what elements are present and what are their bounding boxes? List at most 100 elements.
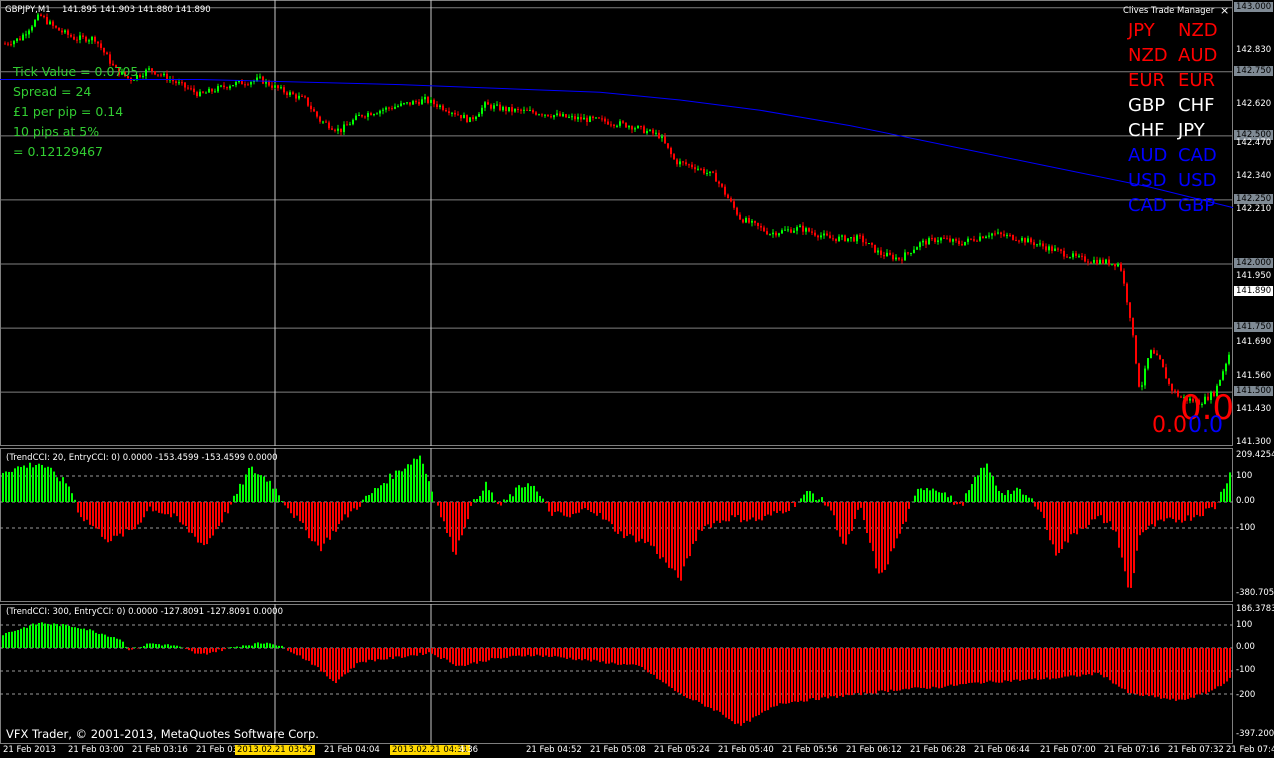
- cci-300-bar: [26, 627, 28, 648]
- cci-20-bar: [419, 455, 421, 502]
- cci-20-bar: [482, 490, 484, 502]
- candle-body: [1030, 238, 1032, 243]
- cci-20-bar: [1007, 490, 1009, 502]
- cci-300-bar: [875, 648, 877, 694]
- cci-20-bar: [1109, 502, 1111, 522]
- cci-20-bar: [836, 502, 838, 531]
- candle-body: [763, 227, 765, 232]
- cci-300-bar: [65, 624, 67, 648]
- cci-20-bar: [965, 493, 967, 502]
- close-icon[interactable]: ×: [1220, 4, 1229, 17]
- candle-body: [1015, 239, 1017, 241]
- cci-20-bar: [1103, 502, 1105, 524]
- candle-body: [502, 106, 504, 111]
- cci-20-bar: [497, 502, 499, 505]
- cci-300-bar: [860, 648, 862, 696]
- cci-300-bar: [587, 648, 589, 661]
- candle-body: [286, 92, 288, 95]
- candle-body: [196, 92, 198, 97]
- candle-body: [826, 233, 828, 236]
- candle-body: [1021, 238, 1023, 241]
- cci-300-bar: [404, 648, 406, 658]
- candle-body: [1156, 353, 1158, 356]
- cci-20-bar: [536, 491, 538, 502]
- cci-20-bar: [590, 502, 592, 512]
- chart-symbol: GBPJPY,M1: [5, 5, 51, 15]
- cci-300-bar: [56, 624, 58, 648]
- cci-20-bar: [989, 472, 991, 502]
- cci-20-bar: [506, 499, 508, 502]
- candle-body: [1054, 248, 1056, 251]
- cci-20-bar: [611, 502, 613, 525]
- cci-20-bar: [1166, 502, 1168, 519]
- cci-20-bar: [1112, 502, 1114, 531]
- candle-body: [496, 104, 498, 106]
- cci-20-bar: [146, 502, 148, 512]
- cci-20-pane[interactable]: (TrendCCI: 20, EntryCCI: 0) 0.0000 -153.…: [0, 448, 1233, 602]
- cci-20-bar: [626, 502, 628, 536]
- cci-20-bar: [476, 499, 478, 502]
- candle-body: [634, 128, 636, 130]
- cci-300-bar: [254, 643, 256, 648]
- cci-300-bar: [944, 648, 946, 687]
- cci-300-bar: [812, 648, 814, 699]
- cci-300-bar: [1130, 648, 1132, 694]
- cci-300-bar: [359, 648, 361, 663]
- cci-300-bar: [485, 648, 487, 662]
- cci-20-bar: [365, 495, 367, 502]
- candle-body: [1036, 244, 1038, 246]
- cci-300-bar: [566, 648, 568, 659]
- candle-body: [493, 105, 495, 109]
- cci-300-bar: [749, 648, 751, 722]
- cci-300-bar: [1169, 648, 1171, 700]
- cci-300-bar: [1064, 648, 1066, 677]
- cci-300-bar: [77, 628, 79, 648]
- candle-body: [1009, 234, 1011, 236]
- cci-20-bar: [566, 502, 568, 517]
- price-chart-pane[interactable]: GBPJPY,M1 141.895 141.903 141.880 141.89…: [0, 0, 1234, 446]
- candle-body: [574, 116, 576, 120]
- cci-300-bar: [746, 648, 748, 721]
- cci-300-bar: [476, 648, 478, 664]
- cci-20-bar: [245, 474, 247, 502]
- cci-300-bar: [1175, 648, 1177, 701]
- cci-20-bar: [512, 496, 514, 502]
- cci-20-bar: [554, 502, 556, 512]
- price-label: 142.210: [1236, 204, 1272, 215]
- candle-body: [862, 235, 864, 243]
- cci-20-bar: [644, 502, 646, 544]
- cci-300-pane[interactable]: (TrendCCI: 300, EntryCCI: 0) 0.0000 -127…: [0, 604, 1233, 744]
- cci-20-bar: [50, 467, 52, 502]
- candle-body: [1066, 256, 1068, 258]
- candle-body: [829, 235, 831, 239]
- candle-body: [409, 102, 411, 105]
- cci-300-bar: [710, 648, 712, 709]
- candle-body: [412, 101, 414, 105]
- cci-300-bar: [926, 648, 928, 689]
- cci-300-bar: [686, 648, 688, 698]
- cci-300-bar: [809, 648, 811, 699]
- cci-20-bar: [1124, 502, 1126, 572]
- cci-300-bar: [209, 648, 211, 653]
- cci-300-bar: [656, 648, 658, 679]
- cci-300-bar: [776, 648, 778, 706]
- cci-20-bar: [251, 466, 253, 502]
- candle-body: [970, 238, 972, 240]
- candle-body: [325, 121, 327, 123]
- cci-20-bar: [1016, 487, 1018, 502]
- cci-20-bar: [407, 464, 409, 502]
- cci-300-bar: [98, 634, 100, 648]
- candle-body: [757, 222, 759, 226]
- cci-300-bar: [5, 632, 7, 648]
- candle-body: [670, 147, 672, 155]
- cci-300-bar: [1046, 648, 1048, 678]
- cci-20-bar: [161, 502, 163, 514]
- candle-body: [1141, 385, 1143, 387]
- cci-300-bar: [1139, 648, 1141, 696]
- cci-20-bar: [860, 502, 862, 508]
- candle-body: [85, 36, 87, 42]
- cci-300-bar: [407, 648, 409, 657]
- cci-20-bar: [656, 502, 658, 555]
- cci-20-bar: [1208, 502, 1210, 509]
- candle-body: [928, 238, 930, 245]
